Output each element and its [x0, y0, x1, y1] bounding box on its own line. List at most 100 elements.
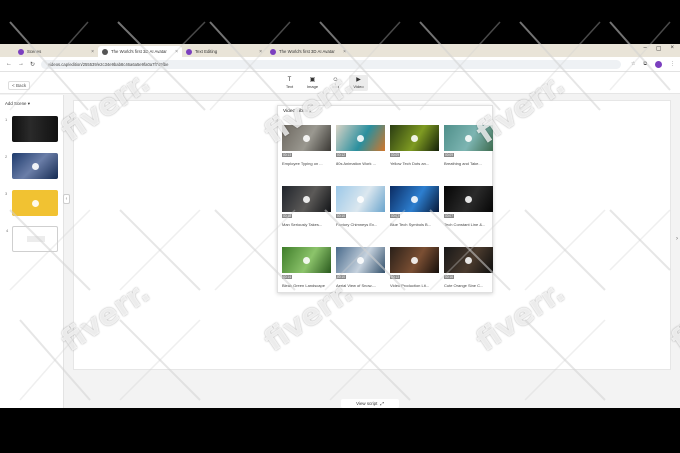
collapse-panel-handle[interactable]: ‹: [63, 194, 70, 204]
scene-number: 3: [5, 191, 8, 196]
duration-badge: 00:13: [282, 153, 292, 157]
play-icon: [31, 162, 39, 170]
video-card[interactable]: 00:13 Employee Typing on ...: [282, 120, 331, 177]
reload-icon[interactable]: ↻: [30, 61, 35, 68]
video-icon: ▶: [356, 77, 361, 83]
insert-toolbar: T Text ▣ Image ☺ Icon ▶ Video: [280, 75, 368, 91]
video-card[interactable]: 00:10 Aerial View of Snow-...: [336, 242, 385, 299]
app-header: < Back T Text ▣ Image ☺ Icon ▶ Video: [0, 72, 680, 94]
globe-icon: [102, 48, 108, 55]
video-thumbnail[interactable]: [282, 247, 331, 273]
scene-thumbnail-1[interactable]: 1: [5, 116, 58, 142]
window-controls: – ▢ ×: [643, 45, 674, 52]
chevron-right-icon[interactable]: ›: [676, 236, 678, 242]
browser-tab-text-editing[interactable]: Text Editing ×: [182, 46, 266, 57]
video-card[interactable]: 00:13 Video Production Lit...: [390, 242, 439, 299]
play-icon: [357, 195, 364, 203]
profile-avatar[interactable]: [655, 60, 663, 68]
close-icon[interactable]: ×: [175, 49, 178, 55]
duration-badge: 00:18: [282, 214, 292, 218]
video-card[interactable]: 00:07 Blue Tech Symbols B...: [390, 181, 439, 238]
video-thumbnail[interactable]: [390, 186, 439, 212]
icon-tool-button[interactable]: ☺ Icon: [326, 75, 345, 91]
video-thumbnail[interactable]: [282, 186, 331, 212]
tool-label: Image: [306, 84, 319, 89]
tab-label: The World's first 3D AI Avatar: [111, 49, 167, 54]
video-thumbnail[interactable]: [336, 125, 385, 151]
video-thumbnail[interactable]: [336, 186, 385, 212]
browser-tab-scenes[interactable]: Scenes ×: [14, 46, 98, 57]
video-title: Tech Constant Line &...: [444, 222, 486, 227]
expand-icon: ⤢: [380, 401, 384, 406]
video-card[interactable]: 00:12 80s Animation Work ...: [336, 120, 385, 177]
close-icon[interactable]: ×: [259, 49, 262, 55]
browser-actions: ☆ ⧉ ⋮: [631, 60, 675, 68]
url-field[interactable]: videos.cap/edition/255539/e2c34e9bab8c46…: [41, 59, 622, 69]
tool-label: Video: [353, 84, 364, 89]
maximize-icon[interactable]: ▢: [656, 45, 662, 52]
blank-placeholder: [27, 236, 45, 242]
tool-label: Text: [285, 84, 294, 89]
video-thumbnail[interactable]: [444, 186, 493, 212]
close-icon[interactable]: ×: [91, 49, 94, 55]
star-icon[interactable]: ☆: [631, 61, 635, 67]
video-tool-button[interactable]: ▶ Video: [349, 75, 368, 91]
view-script-label: View script: [356, 401, 378, 406]
forward-arrow-icon[interactable]: →: [18, 61, 24, 67]
video-title: Bleak Green Landscape: [282, 283, 325, 288]
play-icon: [411, 195, 418, 203]
browser-tab-strip: Scenes × The World's first 3D AI Avatar …: [0, 44, 680, 57]
video-thumbnail[interactable]: [444, 247, 493, 273]
scene-thumbnail-3[interactable]: 3: [5, 190, 58, 216]
duration-badge: 00:10: [336, 214, 346, 218]
minimize-icon[interactable]: –: [643, 45, 646, 52]
video-title: Blue Tech Symbols B...: [390, 222, 432, 227]
duration-badge: 00:09: [444, 153, 454, 157]
video-thumbnail[interactable]: [444, 125, 493, 151]
duration-badge: 00:10: [336, 275, 346, 279]
app-icon: [186, 48, 192, 55]
image-tool-button[interactable]: ▣ Image: [303, 75, 322, 91]
play-icon: [465, 134, 472, 142]
close-window-icon[interactable]: ×: [670, 45, 674, 52]
video-card[interactable]: 00:10 Factory Chimneys Ex...: [336, 181, 385, 238]
address-bar: ← → ↻ videos.cap/edition/255539/e2c34e9b…: [0, 57, 680, 72]
browser-tab-avatar-2[interactable]: The World's first 3D AI Avatar ×: [266, 46, 350, 57]
video-card[interactable]: 00:09 Breathing and Take...: [444, 120, 493, 177]
extensions-icon[interactable]: ⧉: [644, 61, 648, 67]
browser-tab-avatar[interactable]: The World's first 3D AI Avatar ×: [98, 46, 182, 57]
video-title: Aerial View of Snow-...: [336, 283, 377, 288]
close-icon[interactable]: ×: [343, 49, 346, 55]
play-icon: [411, 256, 418, 264]
video-title: Factory Chimneys Ex...: [336, 222, 378, 227]
back-button[interactable]: < Back: [8, 81, 31, 90]
play-icon: [303, 256, 310, 264]
play-icon: [31, 199, 39, 207]
video-card[interactable]: 00:16 Cute Orange Sine C...: [444, 242, 493, 299]
back-arrow-icon[interactable]: ←: [6, 61, 12, 67]
video-thumbnail[interactable]: [336, 247, 385, 273]
video-card[interactable]: 00:14 Bleak Green Landscape: [282, 242, 331, 299]
video-title: Yellow Tech Dots an...: [390, 161, 430, 166]
scene-thumbnail-2[interactable]: 2: [5, 153, 58, 179]
menu-icon[interactable]: ⋮: [670, 61, 675, 67]
video-title: Video Production Lit...: [390, 283, 430, 288]
video-thumbnail[interactable]: [390, 125, 439, 151]
tab-label: Scenes: [27, 49, 42, 54]
video-thumbnail[interactable]: [390, 247, 439, 273]
text-tool-button[interactable]: T Text: [280, 75, 299, 91]
video-card[interactable]: 00:07 Tech Constant Line &...: [444, 181, 493, 238]
view-script-button[interactable]: View script ⤢: [341, 399, 399, 408]
video-thumbnail[interactable]: [282, 125, 331, 151]
text-icon: T: [287, 77, 292, 83]
video-title: Cute Orange Sine C...: [444, 283, 484, 288]
play-icon: [303, 195, 310, 203]
app-icon: [270, 48, 276, 55]
video-card[interactable]: 00:18 Man Seriously Takes...: [282, 181, 331, 238]
add-scene-button[interactable]: Add Scene ▾: [5, 101, 30, 107]
video-card[interactable]: 00:09 Yellow Tech Dots an...: [390, 120, 439, 177]
duration-badge: 00:12: [336, 153, 346, 157]
play-icon: [411, 134, 418, 142]
scene-number: 4: [6, 228, 9, 233]
scene-thumbnail-4[interactable]: 4: [6, 226, 58, 252]
